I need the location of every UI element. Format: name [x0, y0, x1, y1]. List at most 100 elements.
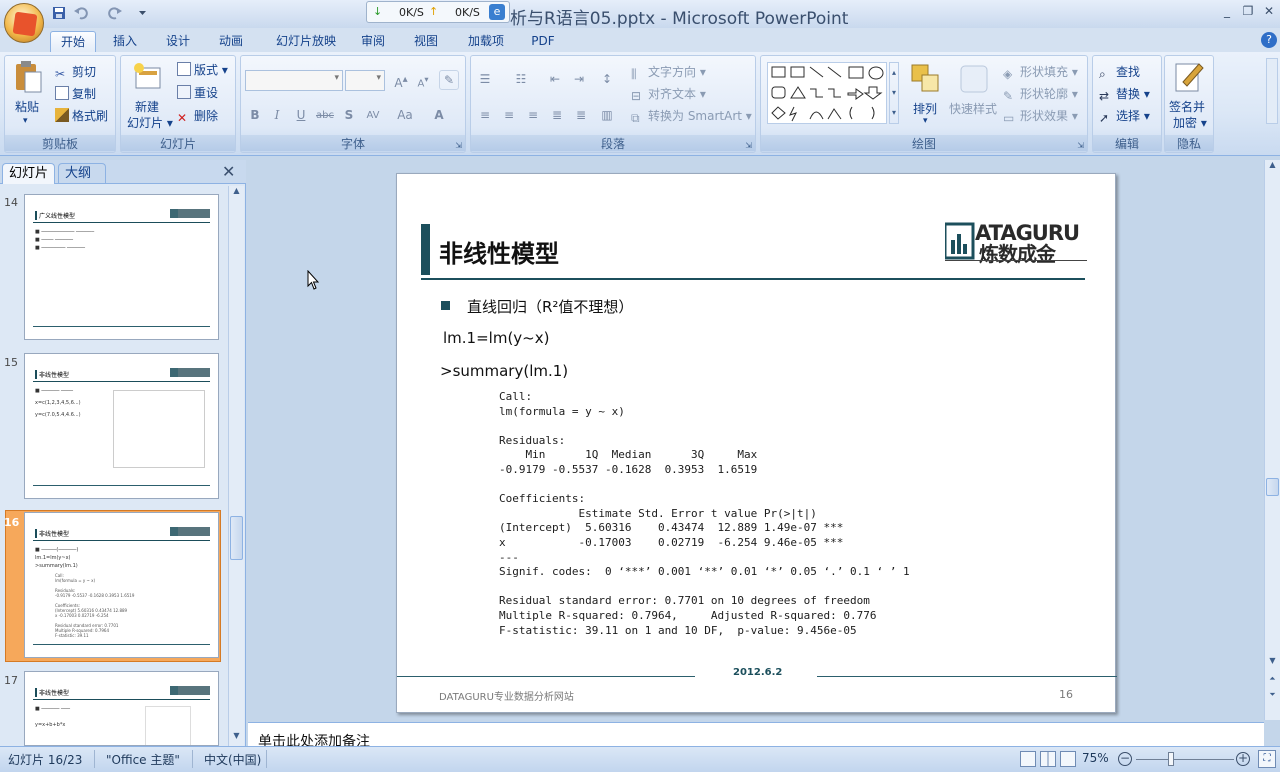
- scroll-down-icon[interactable]: ▼: [1266, 656, 1279, 670]
- tab-addins[interactable]: 加载项: [460, 31, 512, 52]
- tab-insert[interactable]: 插入: [104, 31, 146, 52]
- font-name-combo[interactable]: ▾: [245, 70, 343, 91]
- undo-icon[interactable]: [74, 6, 88, 20]
- save-icon[interactable]: [52, 6, 66, 20]
- editor-scrollbar[interactable]: ▲ ▼ ⏶ ⏷: [1264, 160, 1280, 720]
- underline-icon[interactable]: U: [291, 106, 311, 126]
- paragraph-launcher-icon[interactable]: ⇲: [745, 141, 752, 150]
- italic-icon[interactable]: I: [267, 106, 287, 126]
- next-slide-icon[interactable]: ⏷: [1266, 690, 1279, 704]
- shadow-icon[interactable]: S: [339, 106, 359, 126]
- paste-dropdown-icon[interactable]: ▾: [23, 116, 28, 126]
- scroll-up-icon[interactable]: ▲: [230, 186, 243, 200]
- minimize-button[interactable]: _: [1220, 5, 1234, 17]
- close-panel-icon[interactable]: ✕: [222, 162, 235, 181]
- help-icon[interactable]: ?: [1261, 32, 1277, 48]
- delete-slide-button[interactable]: ✕ 删除: [177, 107, 218, 125]
- new-slide-label[interactable]: 新建: [135, 98, 159, 115]
- reset-button[interactable]: 重设: [177, 84, 218, 101]
- align-center-icon[interactable]: ≡: [499, 106, 519, 126]
- zoom-out-icon[interactable]: −: [1118, 752, 1132, 766]
- ribbon-overflow[interactable]: [1266, 58, 1278, 124]
- shapes-scroll[interactable]: ▴ ▾ ▾: [889, 62, 899, 124]
- arrange-button[interactable]: 排列: [913, 100, 937, 117]
- tab-design[interactable]: 设计: [156, 31, 200, 52]
- slide-thumbnail[interactable]: 广义线性模型 ■ ─────────── ────── ■ ──── ─────…: [24, 194, 219, 340]
- decrease-indent-icon[interactable]: ⇤: [545, 70, 565, 90]
- shapes-gallery[interactable]: [767, 62, 887, 124]
- replace-button[interactable]: ⇄ 替换 ▾: [1099, 85, 1150, 103]
- bold-icon[interactable]: B: [245, 106, 265, 126]
- text-direction-button[interactable]: ⫼ 文字方向 ▾: [631, 63, 706, 81]
- strikethrough-icon[interactable]: abc: [315, 106, 335, 126]
- zoom-slider-track[interactable]: [1136, 759, 1234, 760]
- smartart-button[interactable]: ⧉ 转换为 SmartArt ▾: [631, 107, 752, 125]
- tab-pdf[interactable]: PDF: [526, 31, 560, 52]
- quick-styles-button[interactable]: 快速样式: [949, 100, 997, 117]
- tab-review[interactable]: 审阅: [352, 31, 394, 52]
- distributed-icon[interactable]: ≣: [571, 106, 591, 126]
- shape-fill-button[interactable]: ◈ 形状填充 ▾: [1003, 63, 1078, 81]
- select-button[interactable]: ➚ 选择 ▾: [1099, 107, 1150, 125]
- align-text-button[interactable]: ⊟ 对齐文本 ▾: [631, 85, 706, 103]
- zoom-level[interactable]: 75%: [1082, 751, 1109, 765]
- customize-qat-icon[interactable]: [138, 6, 147, 20]
- line-spacing-icon[interactable]: ↕: [597, 70, 617, 90]
- zoom-slider-thumb[interactable]: [1168, 752, 1174, 766]
- shape-outline-button[interactable]: ✎ 形状轮廓 ▾: [1003, 85, 1078, 103]
- new-slide-dropdown[interactable]: 幻灯片 ▾: [127, 114, 173, 131]
- panel-scrollbar[interactable]: ▲ ▼: [228, 186, 244, 746]
- zoom-in-icon[interactable]: +: [1236, 752, 1250, 766]
- font-launcher-icon[interactable]: ⇲: [455, 141, 462, 150]
- align-left-icon[interactable]: ≡: [475, 106, 495, 126]
- numbering-icon[interactable]: ☷: [511, 70, 531, 90]
- slide-thumbnail-selected[interactable]: 非线性模型 ■ ─────(──────) lm.1=lm(y~x) >summ…: [24, 512, 219, 658]
- layout-button[interactable]: 版式 ▾: [177, 61, 228, 78]
- code-line-1[interactable]: lm.1=lm(y~x): [443, 329, 549, 347]
- clear-format-icon[interactable]: ✎: [439, 70, 459, 90]
- close-button[interactable]: ✕: [1262, 5, 1276, 17]
- slide-title[interactable]: 非线性模型: [439, 234, 559, 269]
- r-output-block[interactable]: Call: lm(formula = y ~ x) Residuals: Min…: [499, 390, 910, 638]
- font-color-icon[interactable]: A: [429, 106, 449, 126]
- grow-font-icon[interactable]: A▴: [391, 70, 411, 90]
- char-spacing-icon[interactable]: AV: [363, 106, 383, 126]
- prev-slide-icon[interactable]: ⏶: [1266, 674, 1279, 688]
- scroll-up-icon[interactable]: ▲: [1266, 160, 1279, 174]
- tab-home[interactable]: 开始: [50, 31, 96, 52]
- scroll-thumb[interactable]: [230, 516, 243, 560]
- tab-view[interactable]: 视图: [406, 31, 446, 52]
- drawing-launcher-icon[interactable]: ⇲: [1077, 141, 1084, 150]
- redo-icon[interactable]: [108, 6, 122, 20]
- align-right-icon[interactable]: ≡: [523, 106, 543, 126]
- tab-slides[interactable]: 幻灯片: [2, 163, 56, 184]
- encrypt-dropdown[interactable]: 加密 ▾: [1173, 114, 1207, 131]
- font-size-combo[interactable]: ▾: [345, 70, 385, 91]
- arrange-dropdown-icon[interactable]: ▾: [923, 116, 928, 126]
- scroll-down-icon[interactable]: ▼: [230, 731, 243, 745]
- increase-indent-icon[interactable]: ⇥: [569, 70, 589, 90]
- bullets-icon[interactable]: ☰: [475, 70, 495, 90]
- tab-animations[interactable]: 动画: [208, 31, 254, 52]
- columns-icon[interactable]: ▥: [597, 106, 617, 126]
- normal-view-icon[interactable]: [1020, 751, 1036, 767]
- tab-slideshow[interactable]: 幻灯片放映: [266, 31, 346, 52]
- bullet-text[interactable]: 直线回归（R²值不理想）: [467, 296, 633, 317]
- notes-pane[interactable]: 单击此处添加备注: [248, 722, 1264, 750]
- slide-sorter-icon[interactable]: [1040, 751, 1056, 767]
- language[interactable]: 中文(中国): [204, 751, 261, 768]
- code-line-2[interactable]: >summary(lm.1): [440, 362, 568, 380]
- change-case-icon[interactable]: Aa: [395, 106, 415, 126]
- sign-encrypt-button[interactable]: 签名并: [1169, 98, 1205, 115]
- fit-to-window-icon[interactable]: ⛶: [1258, 750, 1276, 768]
- shrink-font-icon[interactable]: A▾: [413, 70, 433, 90]
- slide-canvas[interactable]: 非线性模型 ATAGURU 炼数成金 直线回归（R²值不理想） lm.1=lm(…: [396, 173, 1117, 713]
- scroll-thumb[interactable]: [1266, 478, 1279, 496]
- office-button[interactable]: [4, 3, 44, 43]
- copy-button[interactable]: 复制: [55, 85, 96, 102]
- find-button[interactable]: ⌕ 查找: [1099, 63, 1140, 81]
- slideshow-view-icon[interactable]: [1060, 751, 1076, 767]
- cut-button[interactable]: ✂ 剪切: [55, 63, 96, 81]
- justify-icon[interactable]: ≣: [547, 106, 567, 126]
- format-painter-button[interactable]: 格式刷: [55, 107, 108, 124]
